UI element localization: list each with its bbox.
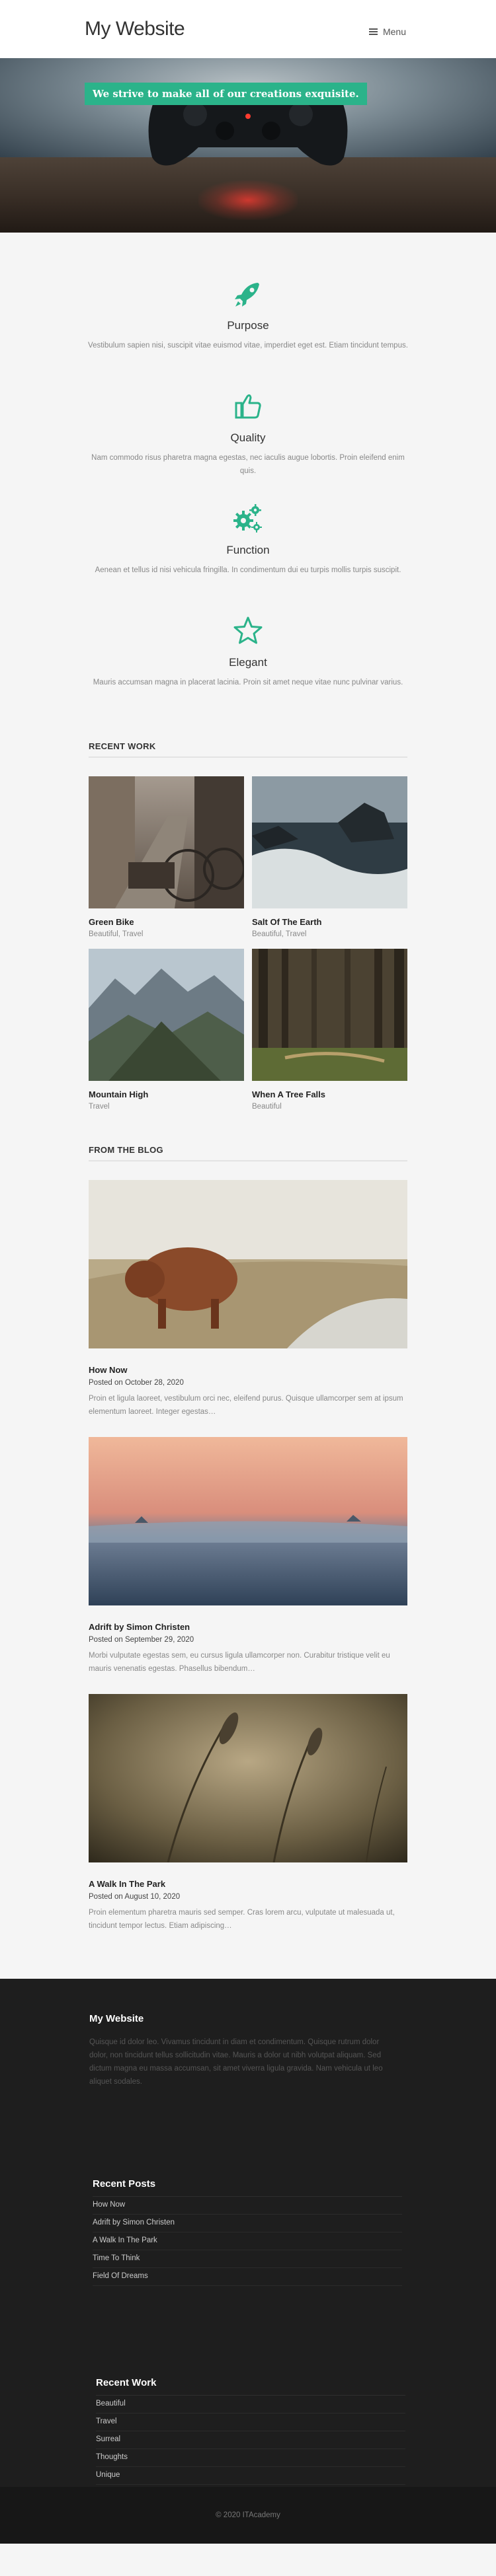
footer-about-title: My Website bbox=[89, 2013, 144, 2024]
work-grid: Green Bike Beautiful, Travel Salt Of The… bbox=[89, 776, 407, 1113]
recent-work-link[interactable]: Thoughts bbox=[96, 2449, 405, 2467]
work-category: Beautiful, Travel bbox=[252, 930, 307, 938]
feature-text: Vestibulum sapien nisi, suscipit vitae e… bbox=[88, 342, 408, 350]
footer-recent-work: Recent Work Beautiful Travel Surreal Tho… bbox=[96, 2377, 405, 2485]
work-thumbnail[interactable] bbox=[252, 776, 407, 908]
work-title[interactable]: Mountain High bbox=[89, 1089, 244, 1099]
work-category: Beautiful, Travel bbox=[89, 930, 144, 938]
post-date: Posted on August 10, 2020 bbox=[89, 1893, 181, 1901]
feature-elegant: Elegant Mauris accumsan magna in placera… bbox=[83, 596, 413, 708]
post-excerpt: Morbi vulputate egestas sem, eu cursus l… bbox=[89, 1652, 390, 1673]
work-title[interactable]: Green Bike bbox=[89, 917, 244, 927]
post-date: Posted on October 28, 2020 bbox=[89, 1379, 184, 1387]
gears-icon bbox=[233, 504, 262, 533]
work-title[interactable]: Salt Of The Earth bbox=[252, 917, 407, 927]
blog-post: How Now Posted on October 28, 2020 Proin… bbox=[89, 1180, 407, 1418]
menu-label: Menu bbox=[382, 26, 406, 37]
copyright: © 2020 ITAcademy bbox=[0, 2487, 496, 2544]
post-image[interactable] bbox=[89, 1180, 407, 1348]
feature-title: Elegant bbox=[229, 656, 267, 669]
post-title[interactable]: Adrift by Simon Christen bbox=[89, 1622, 407, 1632]
feature-quality: Quality Nam commodo risus pharetra magna… bbox=[83, 371, 413, 484]
post-title[interactable]: How Now bbox=[89, 1365, 407, 1375]
blog-section: FROM THE BLOG How Now Posted on October … bbox=[89, 1145, 407, 1932]
hero-banner: We strive to make all of our creations e… bbox=[0, 58, 496, 233]
work-item[interactable]: Salt Of The Earth Beautiful, Travel bbox=[252, 776, 407, 941]
section-title: RECENT WORK bbox=[89, 741, 407, 758]
site-logo[interactable]: My Website bbox=[85, 18, 185, 40]
post-date: Posted on September 29, 2020 bbox=[89, 1636, 194, 1644]
recent-work-link[interactable]: Travel bbox=[96, 2413, 405, 2431]
widget-title: Recent Posts bbox=[93, 2178, 402, 2197]
recent-work-link[interactable]: Unique bbox=[96, 2467, 405, 2485]
feature-text: Nam commodo risus pharetra magna egestas… bbox=[91, 454, 405, 475]
work-title[interactable]: When A Tree Falls bbox=[252, 1089, 407, 1099]
work-category: Beautiful bbox=[252, 1103, 282, 1111]
rocket-icon bbox=[235, 283, 259, 307]
footer-about-text: Quisque id dolor leo. Vivamus tincidunt … bbox=[89, 2038, 383, 2086]
recent-post-link[interactable]: Time To Think bbox=[93, 2250, 402, 2268]
footer-recent-posts: Recent Posts How Now Adrift by Simon Chr… bbox=[93, 2178, 402, 2286]
recent-work-link[interactable]: Surreal bbox=[96, 2431, 405, 2449]
post-excerpt: Proin elementum pharetra mauris sed semp… bbox=[89, 1909, 395, 1930]
work-item[interactable]: Green Bike Beautiful, Travel bbox=[89, 776, 244, 941]
feature-title: Purpose bbox=[227, 319, 269, 332]
feature-title: Function bbox=[226, 544, 270, 556]
post-excerpt: Proin et ligula laoreet, vestibulum orci… bbox=[89, 1395, 403, 1416]
feature-purpose: Purpose Vestibulum sapien nisi, suscipit… bbox=[83, 259, 413, 371]
thumbs-up-icon bbox=[235, 394, 261, 419]
feature-text: Aenean et tellus id nisi vehicula fringi… bbox=[95, 566, 401, 574]
hamburger-icon bbox=[368, 28, 378, 35]
recent-work-section: RECENT WORK Green Bike Beautiful, Travel bbox=[89, 741, 407, 1113]
work-thumbnail[interactable] bbox=[89, 949, 244, 1081]
post-image[interactable] bbox=[89, 1437, 407, 1605]
star-icon bbox=[233, 616, 263, 644]
recent-work-link[interactable]: Beautiful bbox=[96, 2396, 405, 2413]
hero-light-glow bbox=[198, 180, 298, 220]
feature-function: Function Aenean et tellus id nisi vehicu… bbox=[83, 484, 413, 596]
widget-title: Recent Work bbox=[96, 2377, 405, 2396]
recent-post-link[interactable]: A Walk In The Park bbox=[93, 2232, 402, 2250]
post-image[interactable] bbox=[89, 1694, 407, 1862]
work-thumbnail[interactable] bbox=[252, 949, 407, 1081]
section-title: FROM THE BLOG bbox=[89, 1145, 407, 1161]
hero-tagline: We strive to make all of our creations e… bbox=[85, 83, 367, 105]
work-thumbnail[interactable] bbox=[89, 776, 244, 908]
recent-post-link[interactable]: How Now bbox=[93, 2197, 402, 2215]
feature-title: Quality bbox=[230, 431, 266, 444]
site-footer: My Website Quisque id dolor leo. Vivamus… bbox=[0, 1979, 496, 2544]
recent-post-link[interactable]: Adrift by Simon Christen bbox=[93, 2215, 402, 2232]
post-title[interactable]: A Walk In The Park bbox=[89, 1879, 407, 1889]
blog-post: Adrift by Simon Christen Posted on Septe… bbox=[89, 1437, 407, 1675]
site-header: My Website Menu bbox=[0, 0, 496, 58]
blog-post: A Walk In The Park Posted on August 10, … bbox=[89, 1694, 407, 1932]
work-item[interactable]: Mountain High Travel bbox=[89, 949, 244, 1113]
feature-text: Mauris accumsan magna in placerat lacini… bbox=[93, 679, 403, 686]
menu-button[interactable]: Menu bbox=[368, 26, 406, 37]
work-item[interactable]: When A Tree Falls Beautiful bbox=[252, 949, 407, 1113]
recent-post-link[interactable]: Field Of Dreams bbox=[93, 2268, 402, 2286]
features-section: Purpose Vestibulum sapien nisi, suscipit… bbox=[0, 233, 496, 708]
work-category: Travel bbox=[89, 1103, 110, 1111]
